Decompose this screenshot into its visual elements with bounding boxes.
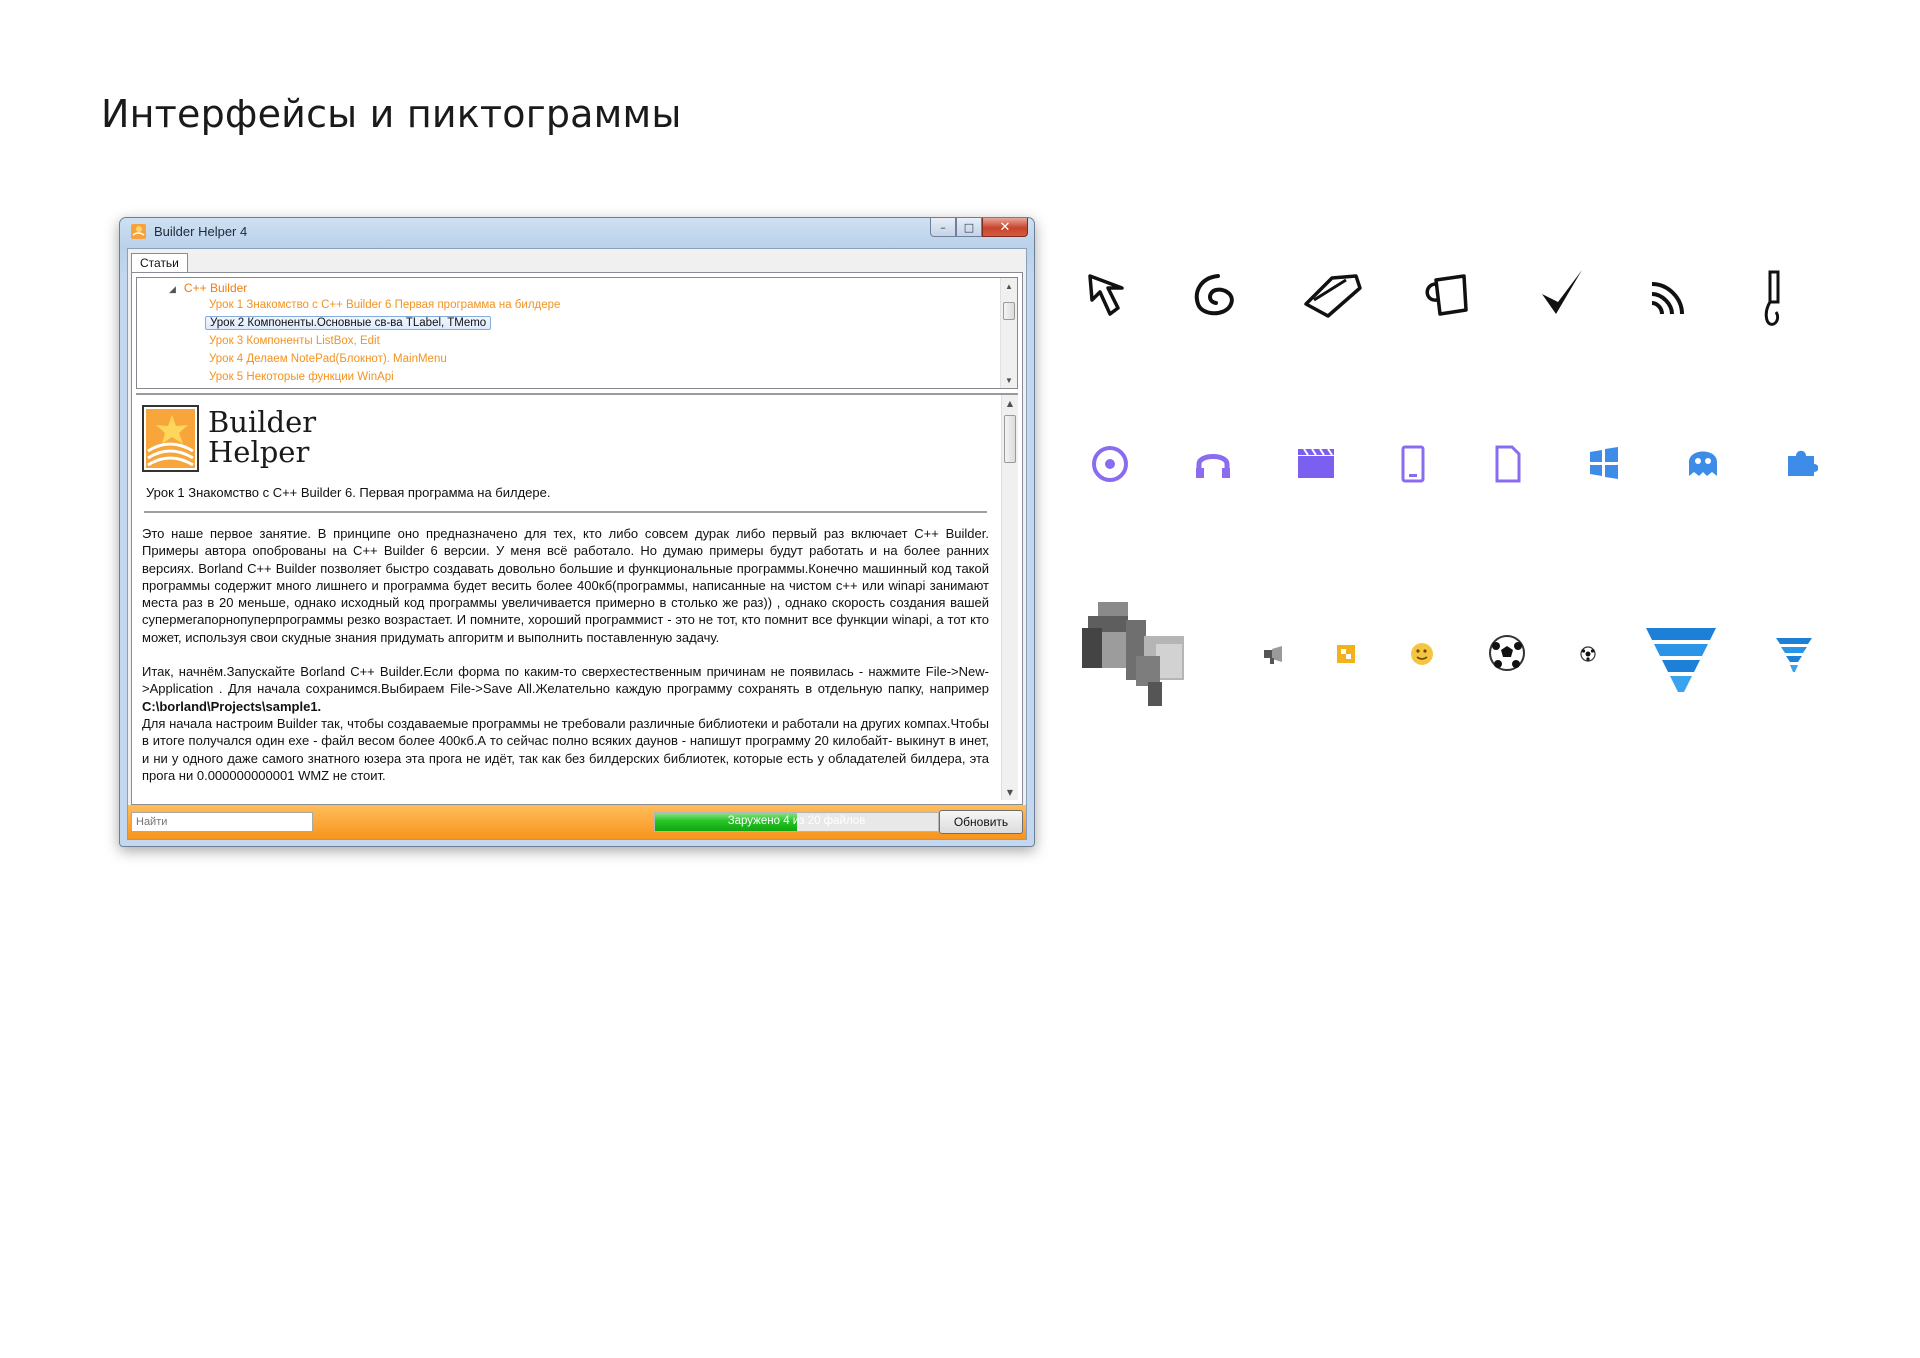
yellow-square-icon [1336,644,1356,664]
scroll-thumb[interactable] [1004,415,1016,463]
tree-item[interactable]: Урок 1 Знакомство с C++ Builder 6 Первая… [205,299,564,311]
smiley-icon [1410,642,1434,666]
logo-icon [146,409,195,468]
logo-wordmark-line2: Helper [208,435,310,469]
puzzle-icon [1784,446,1818,478]
ghost-icon [1686,446,1720,478]
mug-icon [1420,270,1474,320]
minimize-button[interactable]: – [930,218,956,237]
expand-arrow-icon[interactable]: ◢ [169,284,176,294]
tree-scrollbar[interactable]: ▲ ▼ [1000,278,1017,388]
tab-panel: ◢ C++ Builder Урок 1 Знакомство с C++ Bui… [131,272,1023,805]
scroll-up-icon[interactable]: ▲ [1001,278,1017,294]
article-scrollbar[interactable]: ▲ ▼ [1001,395,1018,800]
lesson-title: Урок 1 Знакомство с C++ Builder 6. Перва… [146,485,551,500]
checkmark-icon [1538,266,1586,320]
tree-item[interactable]: Урок 5 Некоторые функции WinApi [205,371,398,383]
article-paragraph: Это наше первое занятие. В принципе оно … [142,526,989,645]
tab-articles[interactable]: Статьи [131,253,188,272]
article-paragraph: Для начала настроим Builder так, чтобы с… [142,715,989,783]
close-button[interactable]: ✕ [982,218,1028,237]
tree-root-node[interactable]: ◢ C++ Builder [169,281,247,295]
tree-root-label: C++ Builder [183,281,248,295]
soccer-ball-small-icon [1580,646,1596,662]
window-title: Builder Helper 4 [154,224,248,239]
download-progress: Заружено 4 из 20 файлов [654,812,939,832]
client-area: Статьи ◢ C++ Builder Урок 1 Знакомство с … [127,248,1027,840]
tag-icon [1302,270,1364,320]
app-window: Builder Helper 4 – □ ✕ Статьи ◢ C++ Build… [119,217,1035,847]
tree-item-selected[interactable]: Урок 2 Компоненты.Основные св-ва TLabel,… [205,316,492,330]
title-bar[interactable]: Builder Helper 4 – □ ✕ [120,218,1034,246]
spiral-icon [1190,270,1238,320]
lessons-tree[interactable]: ◢ C++ Builder Урок 1 Знакомство с C++ Bui… [136,277,1018,389]
scroll-up-icon[interactable]: ▲ [1002,395,1018,411]
scroll-down-icon[interactable]: ▼ [1001,372,1017,388]
article-paragraph-text: Итак, начнём.Запускайте Borland C++ Buil… [142,664,989,697]
document-icon [1494,444,1522,484]
clapperboard-icon [1296,446,1336,480]
pen-icon [1756,268,1792,330]
progress-text: Заружено 4 из 20 файлов [727,815,866,827]
rss-icon [1648,270,1692,320]
builder-helper-logo [142,405,199,472]
headphones-icon [1194,444,1232,482]
page-title: Интерфейсы и пиктограммы [101,92,682,136]
soccer-ball-large-icon [1488,634,1526,672]
refresh-button[interactable]: Обновить [939,810,1023,834]
scroll-thumb[interactable] [1003,302,1015,320]
windows-icon [1588,446,1620,480]
project-path: C:\borland\Projects\sample1. [142,698,322,714]
megaphone-small-icon [1262,644,1284,666]
article-view: Builder Helper Урок 1 Знакомство с C++ B… [136,393,1018,800]
maximize-button[interactable]: □ [956,218,982,237]
article-paragraph: Итак, начнём.Запускайте Borland C++ Buil… [142,663,989,715]
divider [144,511,987,513]
cursor-arrow-icon [1086,270,1132,320]
logo-wordmark-line1: Builder [208,405,317,439]
tree-item[interactable]: Урок 4 Делаем NotePad(Блокнот). MainMenu [205,353,451,365]
app-logo-icon [131,224,146,239]
article-body: Это наше первое занятие. В принципе оно … [142,525,989,784]
tree-item[interactable]: Урок 3 Компоненты ListBox, Edit [205,335,384,347]
status-bar: Заружено 4 из 20 файлов Обновить [128,805,1026,839]
tornado-large-icon [1644,622,1718,696]
scroll-down-icon[interactable]: ▼ [1002,784,1018,800]
logo-wordmark: Builder Helper [208,407,316,467]
tornado-small-icon [1774,634,1814,674]
disc-icon [1090,444,1130,484]
phone-icon [1400,444,1426,484]
search-input[interactable] [131,812,313,832]
megaphone-large-icon [1082,592,1208,718]
